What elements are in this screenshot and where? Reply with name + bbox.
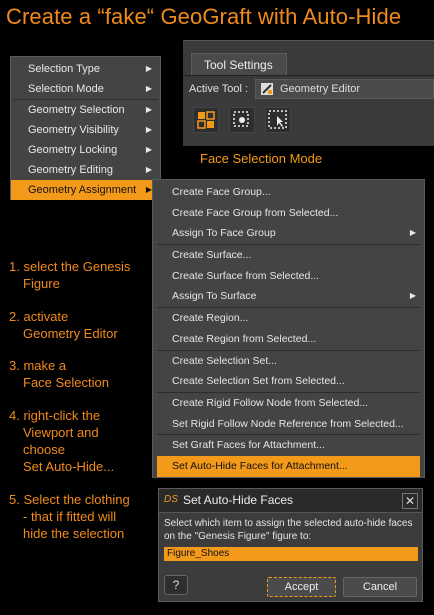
accept-button[interactable]: Accept [267,577,336,597]
menu-item-assign-surface[interactable]: Assign To Surface ▶ [153,286,424,307]
step-text: activate [23,309,69,324]
context-menu: Selection Type ▶ Selection Mode ▶ Geometry… [10,56,161,200]
active-tool-label: Active Tool : [189,83,249,95]
menu-item[interactable]: Create Face Group from Selected... [153,203,424,224]
step-4: 4. right-click the Viewport and choose S… [9,407,114,475]
menu-item-label: Selection Type [28,63,100,75]
page-title: Create a “fake“ GeoGraft with Auto-Hide [6,4,402,29]
menu-item[interactable]: Create Rigid Follow Node from Selected..… [153,393,424,414]
submenu-arrow-icon: ▶ [145,145,152,154]
menu-item-label: Assign To Surface [172,290,257,303]
step-text: Figure [23,276,60,291]
menu-item[interactable]: Create Selection Set... [153,351,424,372]
menu-item[interactable]: Create Surface from Selected... [153,266,424,287]
cancel-button[interactable]: Cancel [343,577,417,597]
menu-item-selection-type[interactable]: Selection Type ▶ [11,59,160,79]
menu-item-geometry-editing[interactable]: Geometry Editing ▶ [11,160,160,180]
step-text: make a [23,358,67,373]
menu-item-label: Geometry Editing [28,164,113,176]
submenu-arrow-icon: ▶ [409,228,416,238]
menu-item-label: Geometry Locking [28,144,118,156]
menu-item-selection-mode[interactable]: Selection Mode ▶ [11,79,160,99]
dialog-titlebar[interactable]: DS Set Auto-Hide Faces ✕ [159,489,422,513]
lasso-selection-button[interactable] [229,107,255,133]
menu-item[interactable]: Create Face Group... [153,182,424,203]
step-text: - that if fitted will [23,509,117,524]
submenu-arrow-icon: ▶ [145,84,152,93]
geometry-editor-icon [261,83,273,95]
tab-tool-settings[interactable]: Tool Settings [191,53,287,75]
step-number: 4. [9,408,20,423]
step-text: select the Genesis [23,259,131,274]
step-text: Set Auto-Hide... [23,459,115,474]
step-5: 5. Select the clothing - that if fitted … [9,491,130,542]
step-text: Select the clothing [23,492,130,507]
menu-item-label: Geometry Assignment [28,184,137,196]
menu-item[interactable]: Create Region... [153,308,424,329]
auto-hide-dialog: DS Set Auto-Hide Faces ✕ Select which it… [158,488,423,602]
step-text: Face Selection [23,375,109,390]
submenu-arrow-icon: ▶ [145,165,152,174]
menu-item-geometry-visibility[interactable]: Geometry Visibility ▶ [11,120,160,140]
menu-item[interactable]: Create Surface... [153,245,424,266]
menu-item-set-auto-hide[interactable]: Set Auto-Hide Faces for Attachment... [157,455,420,477]
figure-list-selected-item[interactable]: Figure_Shoes [164,547,418,561]
menu-item-label: Selection Mode [28,83,104,95]
step-text: hide the selection [23,526,125,541]
menu-item[interactable]: Create Region from Selected... [153,329,424,350]
menu-item-label: Geometry Selection [28,104,125,116]
menu-item[interactable]: Set Rigid Follow Node Reference from Sel… [153,414,424,435]
help-button[interactable]: ? [164,575,188,595]
menu-item-geometry-assignment[interactable]: Geometry Assignment ▶ [11,180,160,200]
menu-item-geometry-selection[interactable]: Geometry Selection ▶ [11,100,160,120]
step-text: right-click the [23,408,101,423]
step-1: 1. select the Genesis Figure [9,258,130,292]
tool-settings-panel: Tool Settings Active Tool : Geometry Edi… [183,40,434,146]
marquee-select-icon [268,110,287,129]
menu-item-label: Assign To Face Group [172,227,276,240]
submenu-arrow-icon: ▶ [409,291,416,301]
dialog-title: Set Auto-Hide Faces [183,493,294,507]
tab-divider [183,75,434,76]
rectangle-selection-button[interactable] [265,107,291,133]
face-select-icon [197,111,215,129]
dialog-message: Select which item to assign the selected… [164,518,413,542]
menu-item-geometry-locking[interactable]: Geometry Locking ▶ [11,140,160,160]
step-3: 3. make a Face Selection [9,357,109,391]
step-number: 1. [9,259,20,274]
step-2: 2. activate Geometry Editor [9,308,118,342]
submenu-arrow-icon: ▶ [145,125,152,134]
menu-item-assign-face-group[interactable]: Assign To Face Group ▶ [153,223,424,244]
step-number: 5. [9,492,20,507]
submenu-arrow-icon: ▶ [145,64,152,73]
mode-caption: Face Selection Mode [200,151,323,166]
step-text: Viewport and [23,425,99,440]
ds-logo-icon: DS [164,494,178,505]
lasso-select-icon [233,111,249,127]
step-text: choose [23,442,65,457]
submenu-arrow-icon: ▶ [145,105,152,114]
geometry-assignment-submenu: Create Face Group... Create Face Group f… [152,179,425,478]
step-number: 3. [9,358,20,373]
step-number: 2. [9,309,20,324]
active-tool-selector[interactable]: Geometry Editor [255,79,434,99]
selection-mode-toolbar [185,105,305,135]
menu-item[interactable]: Set Graft Faces for Attachment... [153,435,424,456]
close-icon[interactable]: ✕ [402,493,418,509]
face-selection-mode-button[interactable] [193,107,219,133]
menu-item-label: Geometry Visibility [28,124,119,136]
menu-item[interactable]: Create Selection Set from Selected... [153,371,424,392]
active-tool-value: Geometry Editor [280,83,361,95]
step-text: Geometry Editor [23,326,118,341]
